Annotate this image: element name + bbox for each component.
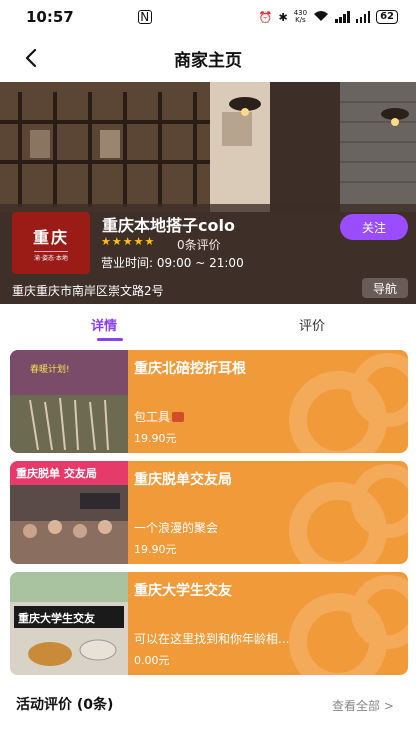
toolbag-icon [172,412,185,422]
view-all-link[interactable]: 查看全部 > [332,697,394,714]
active-tab-indicator [97,338,123,341]
logo-subtext: 渝·姿态·本地 [34,251,68,262]
logo-text: 重庆 [32,228,69,247]
product-thumbnail: 重庆大学生交友 [10,572,128,675]
product-title: 重庆脱单交友局 [134,472,232,488]
product-card[interactable]: 春暖计划! 重庆北碚挖折耳根 包工具 19.90元 [10,350,408,453]
battery-icon: 62 [376,10,398,24]
follow-button[interactable]: 关注 [340,214,408,240]
net-speed: 430 K/s [294,10,307,24]
product-price: 19.90元 [134,432,177,445]
reviews-section-title: 活动评价 (0条) [16,697,114,713]
product-title: 重庆北碚挖折耳根 [134,361,246,377]
signal-icon-2 [355,11,371,23]
review-count: 0条评价 [177,238,221,252]
thumbnail-text: 重庆脱单 交友局 [16,466,97,480]
wifi-icon [313,10,329,25]
thumbnail-text: 春暖计划! [30,363,70,375]
thumbnail-text: 重庆大学生交友 [18,611,95,625]
card-decoration [289,575,408,675]
alarm-icon: ⏰ [258,10,273,24]
product-thumbnail: 重庆脱单 交友局 [10,461,128,564]
net-speed-unit: K/s [295,16,306,24]
nfc-icon: N [137,10,152,24]
product-price: 0.00元 [134,654,170,667]
product-price: 19.90元 [134,543,177,556]
card-decoration [289,353,408,453]
title-bar: 商家主页 [0,34,416,82]
product-desc: 可以在这里找到和你年龄相... [134,632,290,646]
product-title: 重庆大学生交友 [134,583,232,599]
status-bar: 10:57 N ⏰ ✱ 430 K/s 62 [0,0,416,34]
product-card[interactable]: 重庆大学生交友 重庆大学生交友 可以在这里找到和你年龄相... 0.00元 [10,572,408,675]
back-arrow-icon[interactable] [20,46,44,70]
product-card[interactable]: 重庆脱单 交友局 重庆脱单交友局 一个浪漫的聚会 19.90元 [10,461,408,564]
status-icons: ⏰ ✱ 430 K/s 62 [259,10,398,25]
product-desc-text: 包工具 [134,410,171,424]
status-time: 10:57 [26,8,74,26]
tab-bar: 详情 评价 [0,304,416,344]
rating-stars: ★★★★★ [101,235,156,248]
shop-banner: 重庆 渝·姿态·本地 重庆本地搭子colo ★★★★★ 0条评价 营业时间: 0… [0,82,416,304]
signal-icon [335,11,350,23]
product-desc: 包工具 [134,408,185,425]
shop-logo: 重庆 渝·姿态·本地 [12,212,90,274]
bluetooth-icon: ✱ [278,10,288,24]
shop-name: 重庆本地搭子colo [102,216,235,235]
shop-info-panel: 重庆 渝·姿态·本地 重庆本地搭子colo ★★★★★ 0条评价 营业时间: 0… [0,204,416,304]
page-title: 商家主页 [174,50,242,71]
business-hours: 营业时间: 09:00 ~ 21:00 [101,256,244,270]
navigate-button[interactable]: 导航 [362,278,408,298]
shop-address: 重庆重庆市南岸区崇文路2号 [12,284,164,298]
product-desc: 一个浪漫的聚会 [134,521,219,535]
tab-reviews[interactable]: 评价 [208,304,416,344]
product-thumbnail: 春暖计划! [10,350,128,453]
card-decoration [289,464,408,564]
